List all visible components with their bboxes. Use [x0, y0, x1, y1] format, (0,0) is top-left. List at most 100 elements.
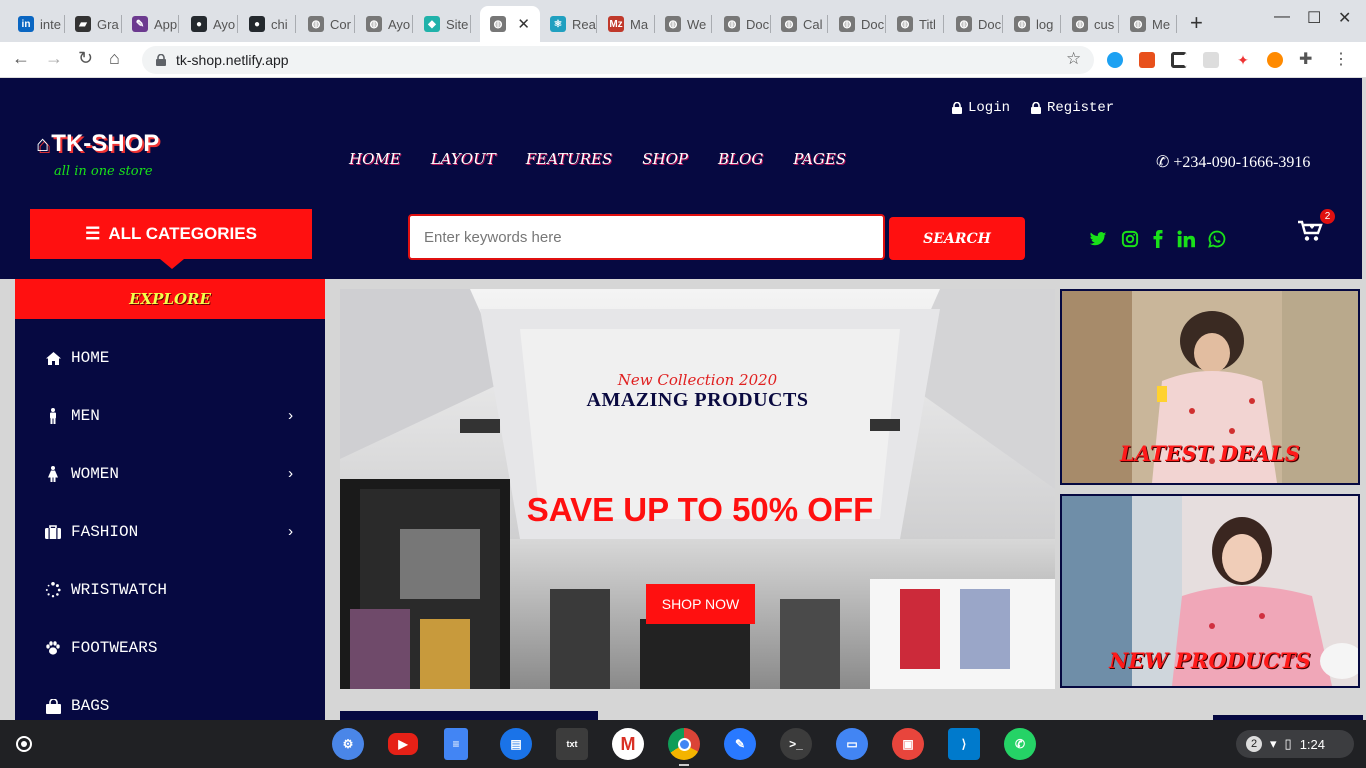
globe-icon: ◍: [308, 16, 324, 32]
nav-home[interactable]: HOME: [349, 150, 401, 168]
browser-tab[interactable]: ◍ log: [1004, 6, 1061, 42]
all-categories-button[interactable]: ☰ ALL CATEGORIES: [30, 209, 312, 269]
tab-label: Ayo: [213, 16, 236, 32]
browser-tab[interactable]: ◍ Cor: [298, 6, 355, 42]
browser-tab[interactable]: ◆ Site: [414, 6, 471, 42]
shop-now-button[interactable]: SHOP NOW: [646, 584, 755, 624]
browser-tab[interactable]: Mz Ma: [598, 6, 655, 42]
browser-tab[interactable]: ⚛ Rea: [540, 6, 597, 42]
sidebar-item-footwears[interactable]: FOOTWEARS: [15, 619, 325, 677]
sidebar-item-women[interactable]: WOMEN ›: [15, 445, 325, 503]
browser-tab[interactable]: in inte: [8, 6, 65, 42]
lock-icon: [156, 54, 166, 66]
minimize-button[interactable]: —: [1274, 8, 1290, 26]
tab-label: log: [1036, 16, 1054, 32]
gmail-app-icon[interactable]: M: [612, 728, 644, 760]
browser-tab[interactable]: ● chi: [239, 6, 296, 42]
browser-tab[interactable]: ◍ ✕: [480, 6, 540, 42]
login-link[interactable]: Login: [952, 100, 1010, 116]
latest-deals-tile[interactable]: LATEST DEALS: [1060, 289, 1360, 485]
messages-app-icon[interactable]: ▤: [500, 728, 532, 760]
globe-icon: ◍: [665, 16, 681, 32]
c-extension-icon[interactable]: [1171, 52, 1187, 68]
settings-app-icon[interactable]: ⚙: [332, 728, 364, 760]
new-products-tile[interactable]: NEW PRODUCTS: [1060, 494, 1360, 688]
nav-pages[interactable]: PAGES: [793, 150, 846, 168]
terminal-app-icon[interactable]: >_: [780, 728, 812, 760]
register-link[interactable]: Register: [1031, 100, 1114, 116]
forward-icon[interactable]: →: [45, 48, 63, 69]
linkedin-icon[interactable]: [1177, 230, 1195, 248]
tab-label: cus: [1094, 16, 1115, 32]
browser-tab[interactable]: ● Ayo: [181, 6, 238, 42]
tab-separator: [827, 15, 828, 33]
whatsapp-app-icon[interactable]: ✆: [1004, 728, 1036, 760]
facebook-icon[interactable]: [1149, 230, 1167, 248]
browser-tab[interactable]: ◍ Doc: [714, 6, 771, 42]
browser-tab[interactable]: ✎ App: [122, 6, 179, 42]
browser-tab[interactable]: ▰ Gra: [65, 6, 122, 42]
close-tab-icon[interactable]: ✕: [517, 15, 530, 33]
tab-separator: [711, 15, 712, 33]
browser-tab[interactable]: ◍ We: [655, 6, 712, 42]
nav-blog[interactable]: BLOG: [718, 150, 763, 168]
whatsapp-icon[interactable]: [1208, 230, 1226, 248]
pen-app-icon[interactable]: ✎: [724, 728, 756, 760]
nav-features[interactable]: FEATURES: [526, 150, 613, 168]
shopping-cart-icon[interactable]: [1297, 220, 1323, 242]
mz-icon: Mz: [608, 16, 624, 32]
office-extension-icon[interactable]: [1139, 52, 1155, 68]
react-icon: ⚛: [550, 16, 566, 32]
new-tab-button[interactable]: +: [1190, 10, 1203, 36]
sidebar-item-men[interactable]: MEN ›: [15, 387, 325, 445]
status-tray[interactable]: 2 ▾ ▯ 1:24: [1236, 730, 1354, 758]
github-icon: ●: [249, 16, 265, 32]
text-editor-app-icon[interactable]: txt: [556, 728, 588, 760]
section-heading-bar: [340, 711, 598, 720]
home-icon: ⌂: [36, 131, 50, 156]
search-button[interactable]: SEARCH: [889, 217, 1025, 260]
back-icon[interactable]: ←: [12, 48, 30, 69]
magic-extension-icon[interactable]: ✦: [1235, 52, 1251, 68]
home-icon[interactable]: ⌂: [109, 48, 120, 69]
browser-tab[interactable]: ◍ Doc: [829, 6, 886, 42]
bookmark-star-icon[interactable]: ☆: [1066, 49, 1081, 69]
tab-label: App: [154, 16, 178, 32]
briefcase-icon: [45, 524, 61, 540]
instagram-icon[interactable]: [1121, 230, 1139, 248]
site-logo[interactable]: ⌂ TK-SHOP: [36, 130, 159, 158]
nav-layout[interactable]: LAYOUT: [431, 150, 496, 168]
browser-tab[interactable]: ◍ Cal: [771, 6, 828, 42]
sidebar-item-fashion[interactable]: FASHION ›: [15, 503, 325, 561]
skype-extension-icon[interactable]: [1107, 52, 1123, 68]
browser-tab[interactable]: ◍ Ayo: [356, 6, 413, 42]
video-app-icon[interactable]: ▣: [892, 728, 924, 760]
sidebar-item-bags[interactable]: BAGS: [15, 677, 325, 720]
browser-tab[interactable]: ◍ cus: [1062, 6, 1119, 42]
search-input[interactable]: [408, 214, 885, 260]
browser-tab[interactable]: ◍ Doc: [946, 6, 1003, 42]
sidebar-item-home[interactable]: HOME: [15, 329, 325, 387]
firefox-extension-icon[interactable]: [1267, 52, 1283, 68]
maximize-button[interactable]: ☐: [1307, 8, 1321, 28]
browser-tab[interactable]: ◍ Titl: [887, 6, 944, 42]
grid-extension-icon[interactable]: [1203, 52, 1219, 68]
close-window-button[interactable]: ✕: [1338, 8, 1351, 28]
os-shelf: ⚙ ▶ ≡ ▤ txt M ✎ >_ ▭ ▣ ⟩ ✆ 2 ▾ ▯ 1:24: [0, 720, 1366, 768]
files-app-icon[interactable]: ▭: [836, 728, 868, 760]
youtube-app-icon[interactable]: ▶: [388, 733, 418, 755]
vscode-app-icon[interactable]: ⟩: [948, 728, 980, 760]
twitter-icon[interactable]: [1089, 230, 1107, 248]
url-field[interactable]: tk-shop.netlify.app: [142, 46, 1094, 74]
browser-tab[interactable]: ◍ Me: [1120, 6, 1177, 42]
menu-kebab-icon[interactable]: ⋮: [1333, 52, 1349, 68]
chrome-app-icon[interactable]: [668, 728, 700, 766]
puzzle-extensions-icon[interactable]: ✚: [1299, 52, 1315, 68]
launcher-button[interactable]: [16, 736, 32, 752]
sidebar-item-wristwatch[interactable]: WRISTWATCH: [15, 561, 325, 619]
tab-separator: [470, 15, 471, 33]
reload-icon[interactable]: ↻: [78, 48, 93, 69]
hero-kicker: New Collection 2020: [617, 371, 778, 389]
docs-app-icon[interactable]: ≡: [444, 728, 468, 760]
nav-shop[interactable]: SHOP: [642, 150, 688, 168]
